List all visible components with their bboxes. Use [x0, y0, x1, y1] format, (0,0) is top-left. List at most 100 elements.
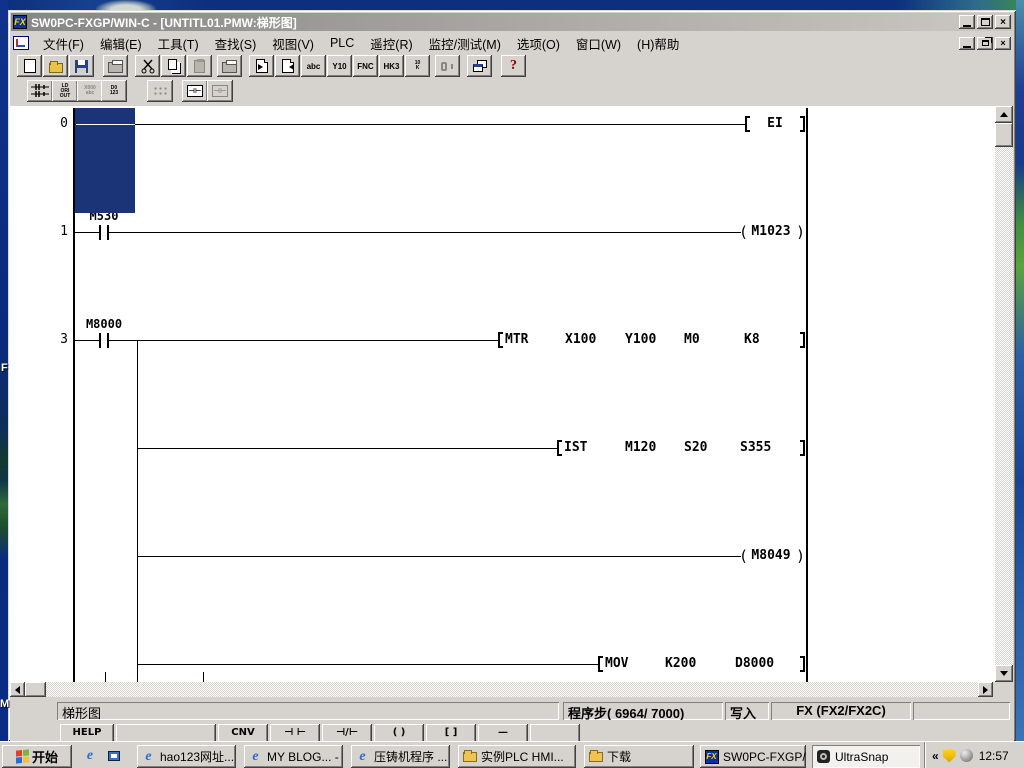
menu-monitor-test[interactable]: 监控/测试(M)	[421, 32, 509, 55]
operand[interactable]: M0	[684, 333, 700, 347]
instruction-list-view-button[interactable]: LDORIOUT	[52, 80, 78, 102]
child-window-icon[interactable]	[13, 36, 29, 50]
quicklaunch-ie-icon[interactable]: e	[82, 748, 98, 764]
child-restore-button[interactable]	[977, 37, 993, 50]
operand[interactable]: D8000	[735, 657, 774, 671]
find-button[interactable]	[435, 55, 460, 77]
scroll-left-button[interactable]	[10, 682, 25, 697]
fn-closed-contact-button[interactable]: ⊣/⊢	[322, 724, 372, 741]
help-button[interactable]: ?	[501, 55, 526, 77]
register-value-button[interactable]: D0123	[101, 80, 127, 102]
start-button[interactable]: 开始	[2, 745, 72, 768]
menu-view[interactable]: 视图(V)	[264, 32, 322, 55]
operand[interactable]: S20	[684, 441, 707, 455]
operand[interactable]: X100	[565, 333, 596, 347]
operand[interactable]: K8	[744, 333, 760, 347]
fn-instruction-button[interactable]: [ ]	[426, 724, 476, 741]
fn-hline-button[interactable]: —	[478, 724, 528, 741]
device-comment-button[interactable]: X000abc	[77, 80, 103, 102]
device-display-button[interactable]: Y10	[327, 55, 352, 77]
menu-search[interactable]: 查找(S)	[207, 32, 265, 55]
operand[interactable]: Y100	[625, 333, 656, 347]
ladder-editor[interactable]: 0 EI 1 M530 ( M1023 ) 3 M8000 M	[10, 106, 995, 682]
scroll-right-button[interactable]	[978, 682, 993, 697]
app-icon[interactable]: FX	[13, 15, 27, 29]
taskbar-item-ultrasnap[interactable]: UltraSnap	[812, 745, 920, 768]
minimize-button[interactable]	[959, 15, 975, 29]
instruction-display-button[interactable]: FNC	[353, 55, 378, 77]
rung-line	[137, 664, 598, 665]
fnc-icon: FNC	[357, 62, 373, 71]
taskbar-item-diecast-program[interactable]: e 压铸机程序 ...	[351, 745, 450, 768]
instruction-ei[interactable]: EI	[752, 117, 798, 131]
menu-help[interactable]: (H)帮助	[629, 32, 687, 55]
scroll-down-button[interactable]	[995, 665, 1013, 682]
coil-label[interactable]: M8049	[747, 549, 795, 562]
instruction-ist[interactable]: IST	[564, 441, 587, 455]
verify-print-button[interactable]	[217, 55, 242, 77]
wallpaper-mountain	[96, 0, 156, 10]
cut-button[interactable]	[135, 55, 160, 77]
operand[interactable]: K200	[665, 657, 696, 671]
taskbar-item-hao123[interactable]: e hao123网址...	[137, 745, 236, 768]
status-empty-pane	[913, 702, 1010, 720]
fn-blank-button[interactable]	[530, 724, 580, 741]
fn-blank-button[interactable]	[116, 724, 216, 741]
close-button[interactable]: ×	[995, 15, 1011, 29]
copy-button[interactable]	[161, 55, 186, 77]
quicklaunch-show-desktop-icon[interactable]	[106, 748, 122, 764]
taskbar-item-swopc-fxgp[interactable]: FX SW0PC-FXGP/...	[700, 745, 806, 768]
child-minimize-button[interactable]	[959, 37, 975, 50]
fn-help-button[interactable]: HELP	[60, 724, 114, 741]
fn-convert-button[interactable]: CNV	[218, 724, 268, 741]
operand[interactable]: M120	[625, 441, 656, 455]
menu-file[interactable]: 文件(F)	[35, 32, 92, 55]
contact-label[interactable]: M8000	[69, 318, 139, 331]
monitor-stop-button[interactable]: ⊣⊢	[207, 80, 233, 102]
volume-icon[interactable]	[960, 749, 973, 762]
taskbar-item-download-folder[interactable]: 下载	[584, 745, 694, 768]
coil-label[interactable]: M1023	[747, 225, 795, 238]
scroll-up-button[interactable]	[995, 106, 1013, 123]
abc-icon: abc	[307, 62, 321, 71]
vertical-scrollbar[interactable]	[995, 106, 1013, 682]
clipped-element-stub	[105, 672, 106, 682]
horizontal-scroll-thumb[interactable]	[25, 682, 46, 697]
print-button[interactable]	[103, 55, 128, 77]
grid-button[interactable]	[147, 80, 173, 102]
horizontal-scrollbar[interactable]	[10, 682, 993, 697]
fn-open-contact-button[interactable]: ⊣ ⊢	[270, 724, 320, 741]
tray-chevron-button[interactable]: «	[932, 749, 939, 763]
menu-options[interactable]: 选项(O)	[509, 32, 568, 55]
y10-icon: Y10	[332, 62, 346, 71]
comment-display-button[interactable]: abc	[301, 55, 326, 77]
contact-k3-button[interactable]: HK3	[379, 55, 404, 77]
new-button[interactable]	[17, 55, 42, 77]
instruction-mov[interactable]: MOV	[605, 657, 628, 671]
ladder-view-button[interactable]	[27, 80, 53, 102]
page-convert-up-button[interactable]	[275, 55, 300, 77]
instruction-mtr[interactable]: MTR	[505, 333, 528, 347]
page-convert-down-button[interactable]	[249, 55, 274, 77]
cascade-windows-button[interactable]	[467, 55, 492, 77]
title-bar[interactable]: FX SW0PC-FXGP/WIN-C - [UNTITL01.PMW:梯形图]…	[11, 13, 1013, 31]
child-close-button[interactable]: ×	[995, 37, 1011, 50]
taskbar-item-plc-hmi-folder[interactable]: 实例PLC HMI...	[458, 745, 576, 768]
menu-remote[interactable]: 遥控(R)	[362, 32, 420, 55]
monitor-start-button[interactable]: ⊣⊢	[182, 80, 208, 102]
open-button[interactable]	[43, 55, 68, 77]
menu-plc[interactable]: PLC	[322, 34, 362, 52]
menu-tools[interactable]: 工具(T)	[150, 32, 207, 55]
fn-coil-button[interactable]: ( )	[374, 724, 424, 741]
save-button[interactable]	[69, 55, 94, 77]
security-shield-icon[interactable]	[943, 749, 956, 763]
maximize-button[interactable]	[977, 15, 993, 29]
vertical-scroll-thumb[interactable]	[995, 123, 1013, 147]
clock[interactable]: 12:57	[979, 749, 1009, 763]
menu-window[interactable]: 窗口(W)	[568, 32, 629, 55]
menu-edit[interactable]: 编辑(E)	[92, 32, 150, 55]
taskbar-item-myblog[interactable]: e MY BLOG... - ...	[244, 745, 343, 768]
decimal-display-button[interactable]: 10K	[405, 55, 430, 77]
paste-button[interactable]	[187, 55, 212, 77]
operand[interactable]: S355	[740, 441, 771, 455]
